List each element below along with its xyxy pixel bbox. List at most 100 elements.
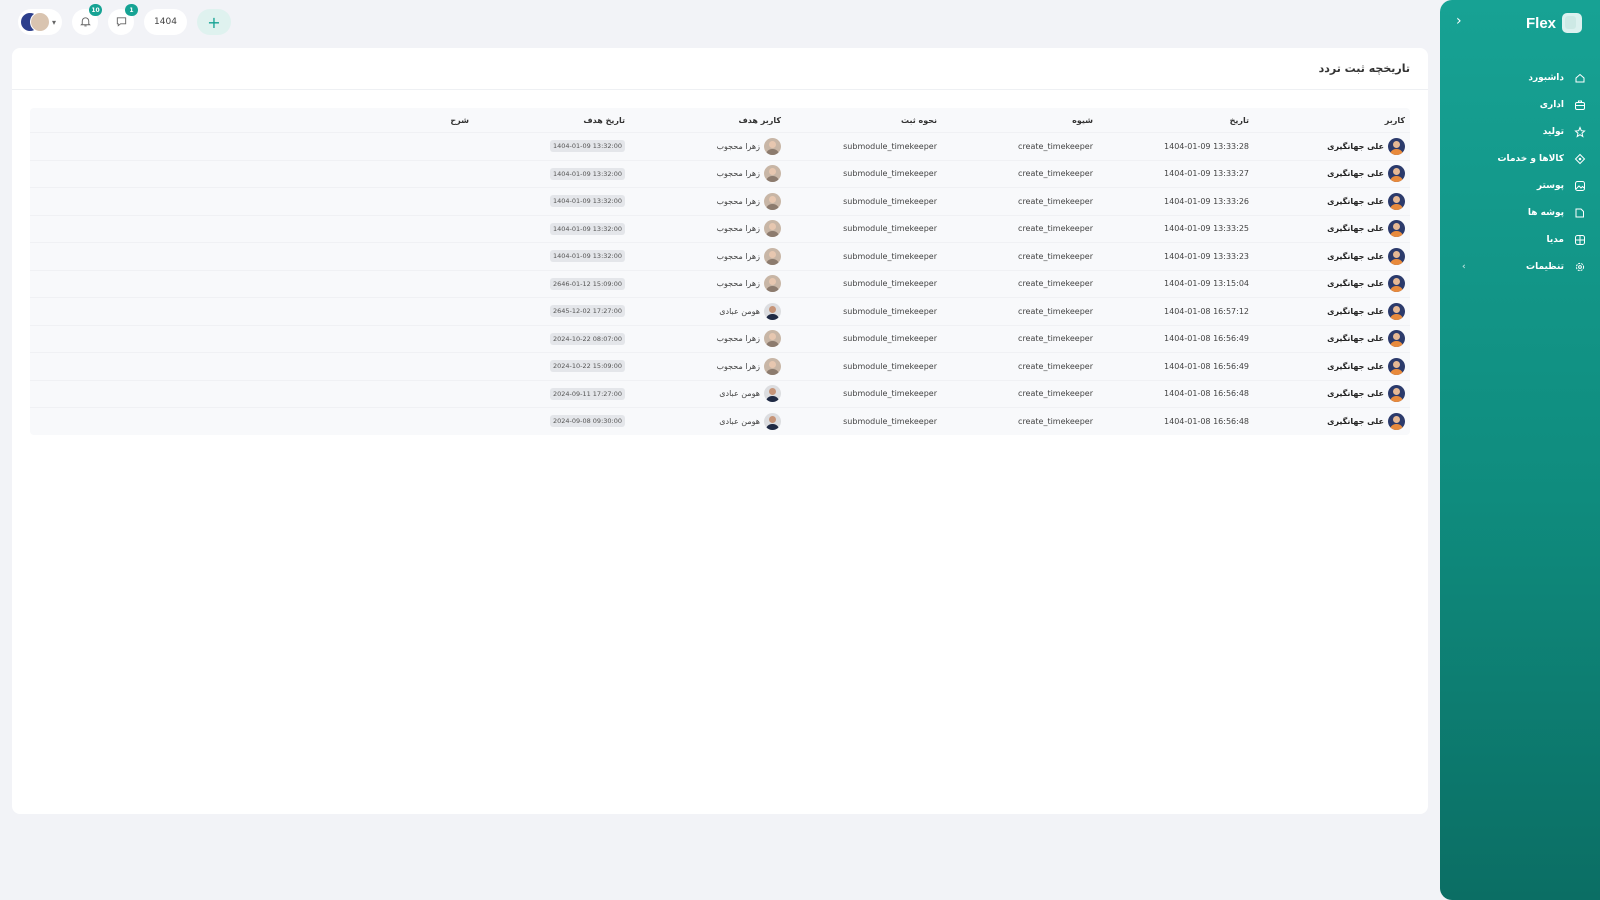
sidebar-item-label: تنظیمات bbox=[1526, 261, 1564, 272]
user-cell: علی جهانگیری bbox=[1254, 412, 1410, 430]
chat-icon bbox=[115, 13, 128, 32]
brand-name: Flex bbox=[1525, 14, 1556, 32]
avatar bbox=[1388, 137, 1405, 155]
sidebar-item-dashboard[interactable]: داشبورد bbox=[1454, 64, 1586, 91]
target-user-name: زهرا محجوب bbox=[716, 361, 760, 371]
sidebar-item-label: تولید bbox=[1542, 126, 1564, 137]
table-row[interactable]: علی جهانگیری 1404-01-08 16:56:48 create_ti… bbox=[30, 379, 1410, 408]
method-cell: create_timekeeper bbox=[1018, 196, 1093, 206]
user-name: علی جهانگیری bbox=[1327, 169, 1384, 179]
sidebar-item-administrative[interactable]: اداری bbox=[1454, 91, 1586, 118]
brand[interactable]: Flex bbox=[1526, 12, 1582, 34]
table-row[interactable]: علی جهانگیری 1404-01-09 13:15:04 create_ti… bbox=[30, 269, 1410, 298]
table-row[interactable]: علی جهانگیری 1404-01-09 13:33:26 create_ti… bbox=[30, 187, 1410, 215]
registration-cell: submodule_timekeeper bbox=[843, 306, 937, 316]
sidebar-item-production[interactable]: تولید bbox=[1454, 118, 1586, 145]
user-cell: علی جهانگیری bbox=[1254, 220, 1410, 238]
column-header-user[interactable]: کاربر bbox=[1254, 116, 1410, 125]
media-icon bbox=[1574, 234, 1586, 246]
sidebar-item-settings[interactable]: تنظیمات ‹ bbox=[1454, 253, 1586, 280]
target-user-name: زهرا محجوب bbox=[716, 169, 760, 179]
target-date-chip: 1404-01-09 13:32:00 bbox=[549, 195, 625, 208]
flex-logo-icon bbox=[1562, 13, 1582, 33]
topbar: ▾ 10 1 1404 + bbox=[18, 4, 231, 36]
sidebar: Flex › داشبورد اداری تولید کالاها و خدما bbox=[1440, 0, 1600, 900]
avatar bbox=[1388, 385, 1405, 403]
table-row[interactable]: علی جهانگیری 1404-01-08 16:56:48 create_ti… bbox=[30, 407, 1410, 435]
sidebar-item-label: داشبورد bbox=[1528, 72, 1564, 83]
avatar bbox=[764, 385, 781, 403]
target-user-cell: زهرا محجوب bbox=[630, 357, 786, 375]
user-name: علی جهانگیری bbox=[1327, 361, 1384, 371]
column-header-date[interactable]: تاریخ bbox=[1098, 116, 1254, 125]
sidebar-item-folders[interactable]: پوشه ها bbox=[1454, 199, 1586, 226]
date-cell: 1404-01-08 16:56:48 bbox=[1164, 389, 1249, 399]
collapse-sidebar-chevron-icon[interactable]: › bbox=[1456, 13, 1462, 29]
user-name: علی جهانگیری bbox=[1327, 141, 1384, 151]
column-header-description[interactable]: شرح bbox=[30, 116, 474, 125]
sidebar-item-label: پوشه ها bbox=[1527, 207, 1564, 218]
table-row[interactable]: علی جهانگیری 1404-01-09 13:33:27 create_ti… bbox=[30, 159, 1410, 188]
target-date-cell: 2024-10-22 08:07:00 bbox=[474, 332, 630, 345]
target-date-chip: 2024-09-11 17:27:00 bbox=[549, 387, 625, 400]
column-header-registration[interactable]: نحوه ثبت bbox=[786, 116, 942, 125]
target-user-name: زهرا محجوب bbox=[716, 279, 760, 289]
messages-button[interactable]: 1 bbox=[108, 4, 139, 35]
avatar bbox=[764, 302, 781, 320]
target-user-name: زهرا محجوب bbox=[716, 251, 760, 261]
table-row[interactable]: علی جهانگیری 1404-01-08 16:57:12 create_ti… bbox=[30, 297, 1410, 325]
avatar bbox=[764, 275, 781, 293]
user-name: علی جهانگیری bbox=[1327, 279, 1384, 289]
user-name: علی جهانگیری bbox=[1327, 416, 1384, 426]
table-row[interactable]: علی جهانگیری 1404-01-09 13:33:23 create_ti… bbox=[30, 242, 1410, 270]
target-date-cell: 1404-01-09 13:32:00 bbox=[474, 140, 630, 153]
avatar bbox=[764, 137, 781, 155]
target-date-chip: 2024-09-08 09:30:00 bbox=[549, 415, 625, 428]
notifications-count-badge: 10 bbox=[89, 4, 103, 16]
method-cell: create_timekeeper bbox=[1018, 361, 1093, 371]
registration-cell: submodule_timekeeper bbox=[843, 389, 937, 399]
user-cell: علی جهانگیری bbox=[1254, 192, 1410, 210]
year-selector[interactable]: 1404 bbox=[144, 9, 187, 35]
card-header: تاریخچه ثبت تردد bbox=[12, 48, 1428, 90]
target-date-chip: 2024-10-22 15:09:00 bbox=[549, 360, 625, 373]
method-cell: create_timekeeper bbox=[1018, 334, 1093, 344]
target-date-chip: 2646-01-12 15:09:00 bbox=[549, 277, 625, 290]
user-name: علی جهانگیری bbox=[1327, 251, 1384, 261]
production-icon bbox=[1574, 125, 1586, 138]
user-cell: علی جهانگیری bbox=[1254, 330, 1410, 348]
table-row[interactable]: علی جهانگیری 1404-01-08 16:56:49 create_ti… bbox=[30, 324, 1410, 353]
avatar bbox=[1388, 165, 1405, 183]
sidebar-item-goods-services[interactable]: کالاها و خدمات bbox=[1454, 145, 1586, 172]
avatar bbox=[1388, 302, 1405, 320]
avatar bbox=[1388, 357, 1405, 375]
notifications-button[interactable]: 10 bbox=[72, 4, 103, 35]
sidebar-item-media[interactable]: مدیا bbox=[1454, 226, 1586, 253]
column-header-target-user[interactable]: کاربر هدف bbox=[630, 116, 786, 125]
user-cell: علی جهانگیری bbox=[1254, 247, 1410, 265]
user-name: علی جهانگیری bbox=[1327, 196, 1384, 206]
column-header-target-date[interactable]: تاریخ هدف bbox=[474, 116, 630, 125]
avatar bbox=[1388, 412, 1405, 430]
target-user-cell: زهرا محجوب bbox=[630, 192, 786, 210]
target-date-cell: 1404-01-09 13:32:00 bbox=[474, 250, 630, 263]
date-cell: 1404-01-08 16:57:12 bbox=[1164, 306, 1249, 316]
date-cell: 1404-01-08 16:56:48 bbox=[1164, 416, 1249, 426]
sidebar-item-poster[interactable]: پوستر bbox=[1454, 172, 1586, 199]
target-user-name: زهرا محجوب bbox=[716, 196, 760, 206]
user-menu[interactable]: ▾ bbox=[18, 9, 63, 35]
target-date-cell: 2024-09-08 09:30:00 bbox=[474, 415, 630, 428]
add-button[interactable]: + bbox=[196, 9, 231, 35]
column-header-method[interactable]: شیوه bbox=[942, 116, 1098, 125]
table-body: علی جهانگیری 1404-01-09 13:33:28 create_ti… bbox=[30, 132, 1410, 435]
avatar bbox=[1388, 247, 1405, 265]
bell-icon bbox=[79, 13, 92, 32]
page-title: تاریخچه ثبت تردد bbox=[1318, 62, 1410, 75]
user-name: علی جهانگیری bbox=[1327, 224, 1384, 234]
table-row[interactable]: علی جهانگیری 1404-01-09 13:33:25 create_ti… bbox=[30, 214, 1410, 243]
method-cell: create_timekeeper bbox=[1018, 389, 1093, 399]
user-name: علی جهانگیری bbox=[1327, 389, 1384, 399]
table-row[interactable]: علی جهانگیری 1404-01-08 16:56:49 create_ti… bbox=[30, 352, 1410, 380]
avatar bbox=[1388, 275, 1405, 293]
table-row[interactable]: علی جهانگیری 1404-01-09 13:33:28 create_ti… bbox=[30, 132, 1410, 160]
